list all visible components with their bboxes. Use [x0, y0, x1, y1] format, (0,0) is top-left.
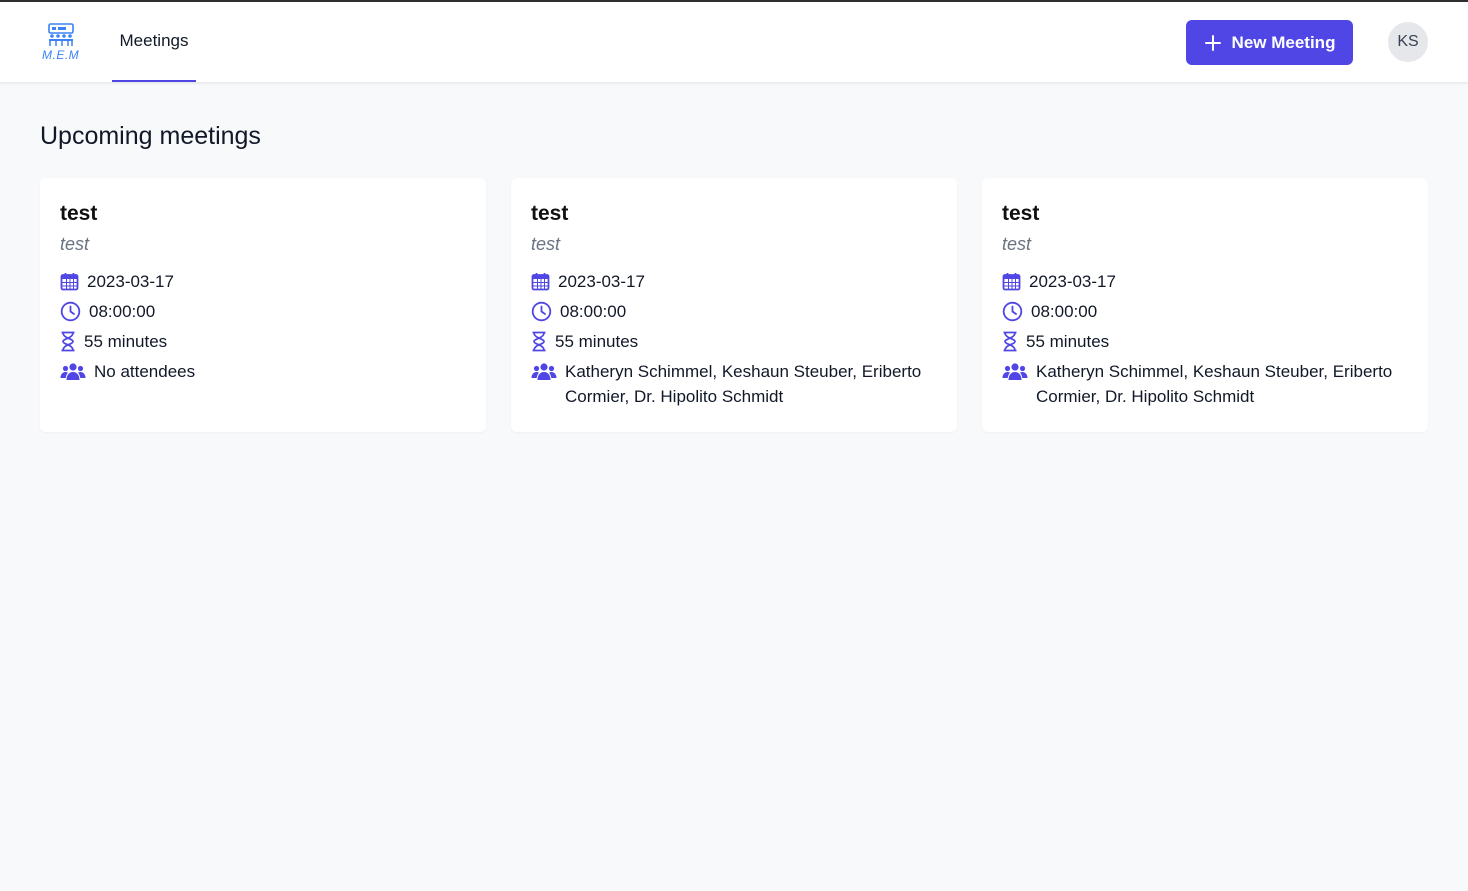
meeting-attendees-row: Katheryn Schimmel, Keshaun Steuber, Erib… [531, 359, 937, 409]
calendar-icon [1002, 269, 1021, 294]
calendar-icon [531, 269, 550, 294]
meeting-time: 08:00:00 [89, 302, 156, 321]
tab-meetings[interactable]: Meetings [112, 2, 196, 82]
user-avatar[interactable]: KS [1388, 22, 1428, 62]
meeting-date-row: 2023-03-17 [531, 269, 937, 294]
users-icon [1002, 359, 1028, 384]
meeting-attendees-row: No attendees [60, 359, 466, 384]
meeting-title: test [1002, 202, 1040, 225]
meeting-description: test [531, 234, 561, 254]
hourglass-icon [60, 329, 76, 354]
meeting-attendees: Katheryn Schimmel, Keshaun Steuber, Erib… [565, 362, 922, 406]
meeting-description: test [1002, 234, 1032, 254]
meeting-time-row: 08:00:00 [1002, 299, 1408, 324]
meeting-duration-row: 55 minutes [1002, 329, 1408, 354]
meeting-card[interactable]: test test 2023-03-17 08:00:00 55 minutes… [511, 178, 957, 432]
meeting-date: 2023-03-17 [1029, 272, 1116, 291]
meeting-duration: 55 minutes [84, 332, 168, 351]
app-logo[interactable]: M.E.M [40, 22, 84, 64]
new-meeting-label: New Meeting [1231, 32, 1336, 52]
clock-icon [60, 299, 81, 324]
meeting-attendees: Katheryn Schimmel, Keshaun Steuber, Erib… [1036, 362, 1393, 406]
meeting-card-list: test test 2023-03-17 08:00:00 55 minutes… [40, 178, 1428, 432]
hourglass-icon [1002, 329, 1018, 354]
new-meeting-button[interactable]: New Meeting [1186, 20, 1353, 65]
meeting-date-row: 2023-03-17 [60, 269, 466, 294]
clock-icon [531, 299, 552, 324]
meeting-date: 2023-03-17 [558, 272, 645, 291]
meeting-time-row: 08:00:00 [60, 299, 466, 324]
meeting-date-row: 2023-03-17 [1002, 269, 1408, 294]
logo-text: M.E.M [42, 48, 80, 62]
user-initials: KS [1397, 33, 1419, 50]
page-title: Upcoming meetings [40, 122, 261, 150]
meeting-room-icon [48, 23, 74, 46]
clock-icon [1002, 299, 1023, 324]
meeting-duration-row: 55 minutes [531, 329, 937, 354]
meeting-time: 08:00:00 [560, 302, 627, 321]
meeting-time-row: 08:00:00 [531, 299, 937, 324]
meeting-attendees: No attendees [94, 362, 196, 381]
meeting-duration: 55 minutes [1026, 332, 1110, 351]
calendar-icon [60, 269, 79, 294]
meeting-duration-row: 55 minutes [60, 329, 466, 354]
meeting-title: test [60, 202, 98, 225]
users-icon [531, 359, 557, 384]
hourglass-icon [531, 329, 547, 354]
meeting-attendees-row: Katheryn Schimmel, Keshaun Steuber, Erib… [1002, 359, 1408, 409]
tab-meetings-label: Meetings [119, 31, 189, 50]
meeting-title: test [531, 202, 569, 225]
users-icon [60, 359, 86, 384]
top-navbar: M.E.M Meetings New Meeting KS [0, 2, 1468, 82]
meeting-time: 08:00:00 [1031, 302, 1098, 321]
meeting-card[interactable]: test test 2023-03-17 08:00:00 55 minutes… [40, 178, 486, 432]
meeting-date: 2023-03-17 [87, 272, 174, 291]
meeting-duration: 55 minutes [555, 332, 639, 351]
plus-icon [1204, 34, 1221, 51]
meeting-card[interactable]: test test 2023-03-17 08:00:00 55 minutes… [982, 178, 1428, 432]
meeting-description: test [60, 234, 90, 254]
